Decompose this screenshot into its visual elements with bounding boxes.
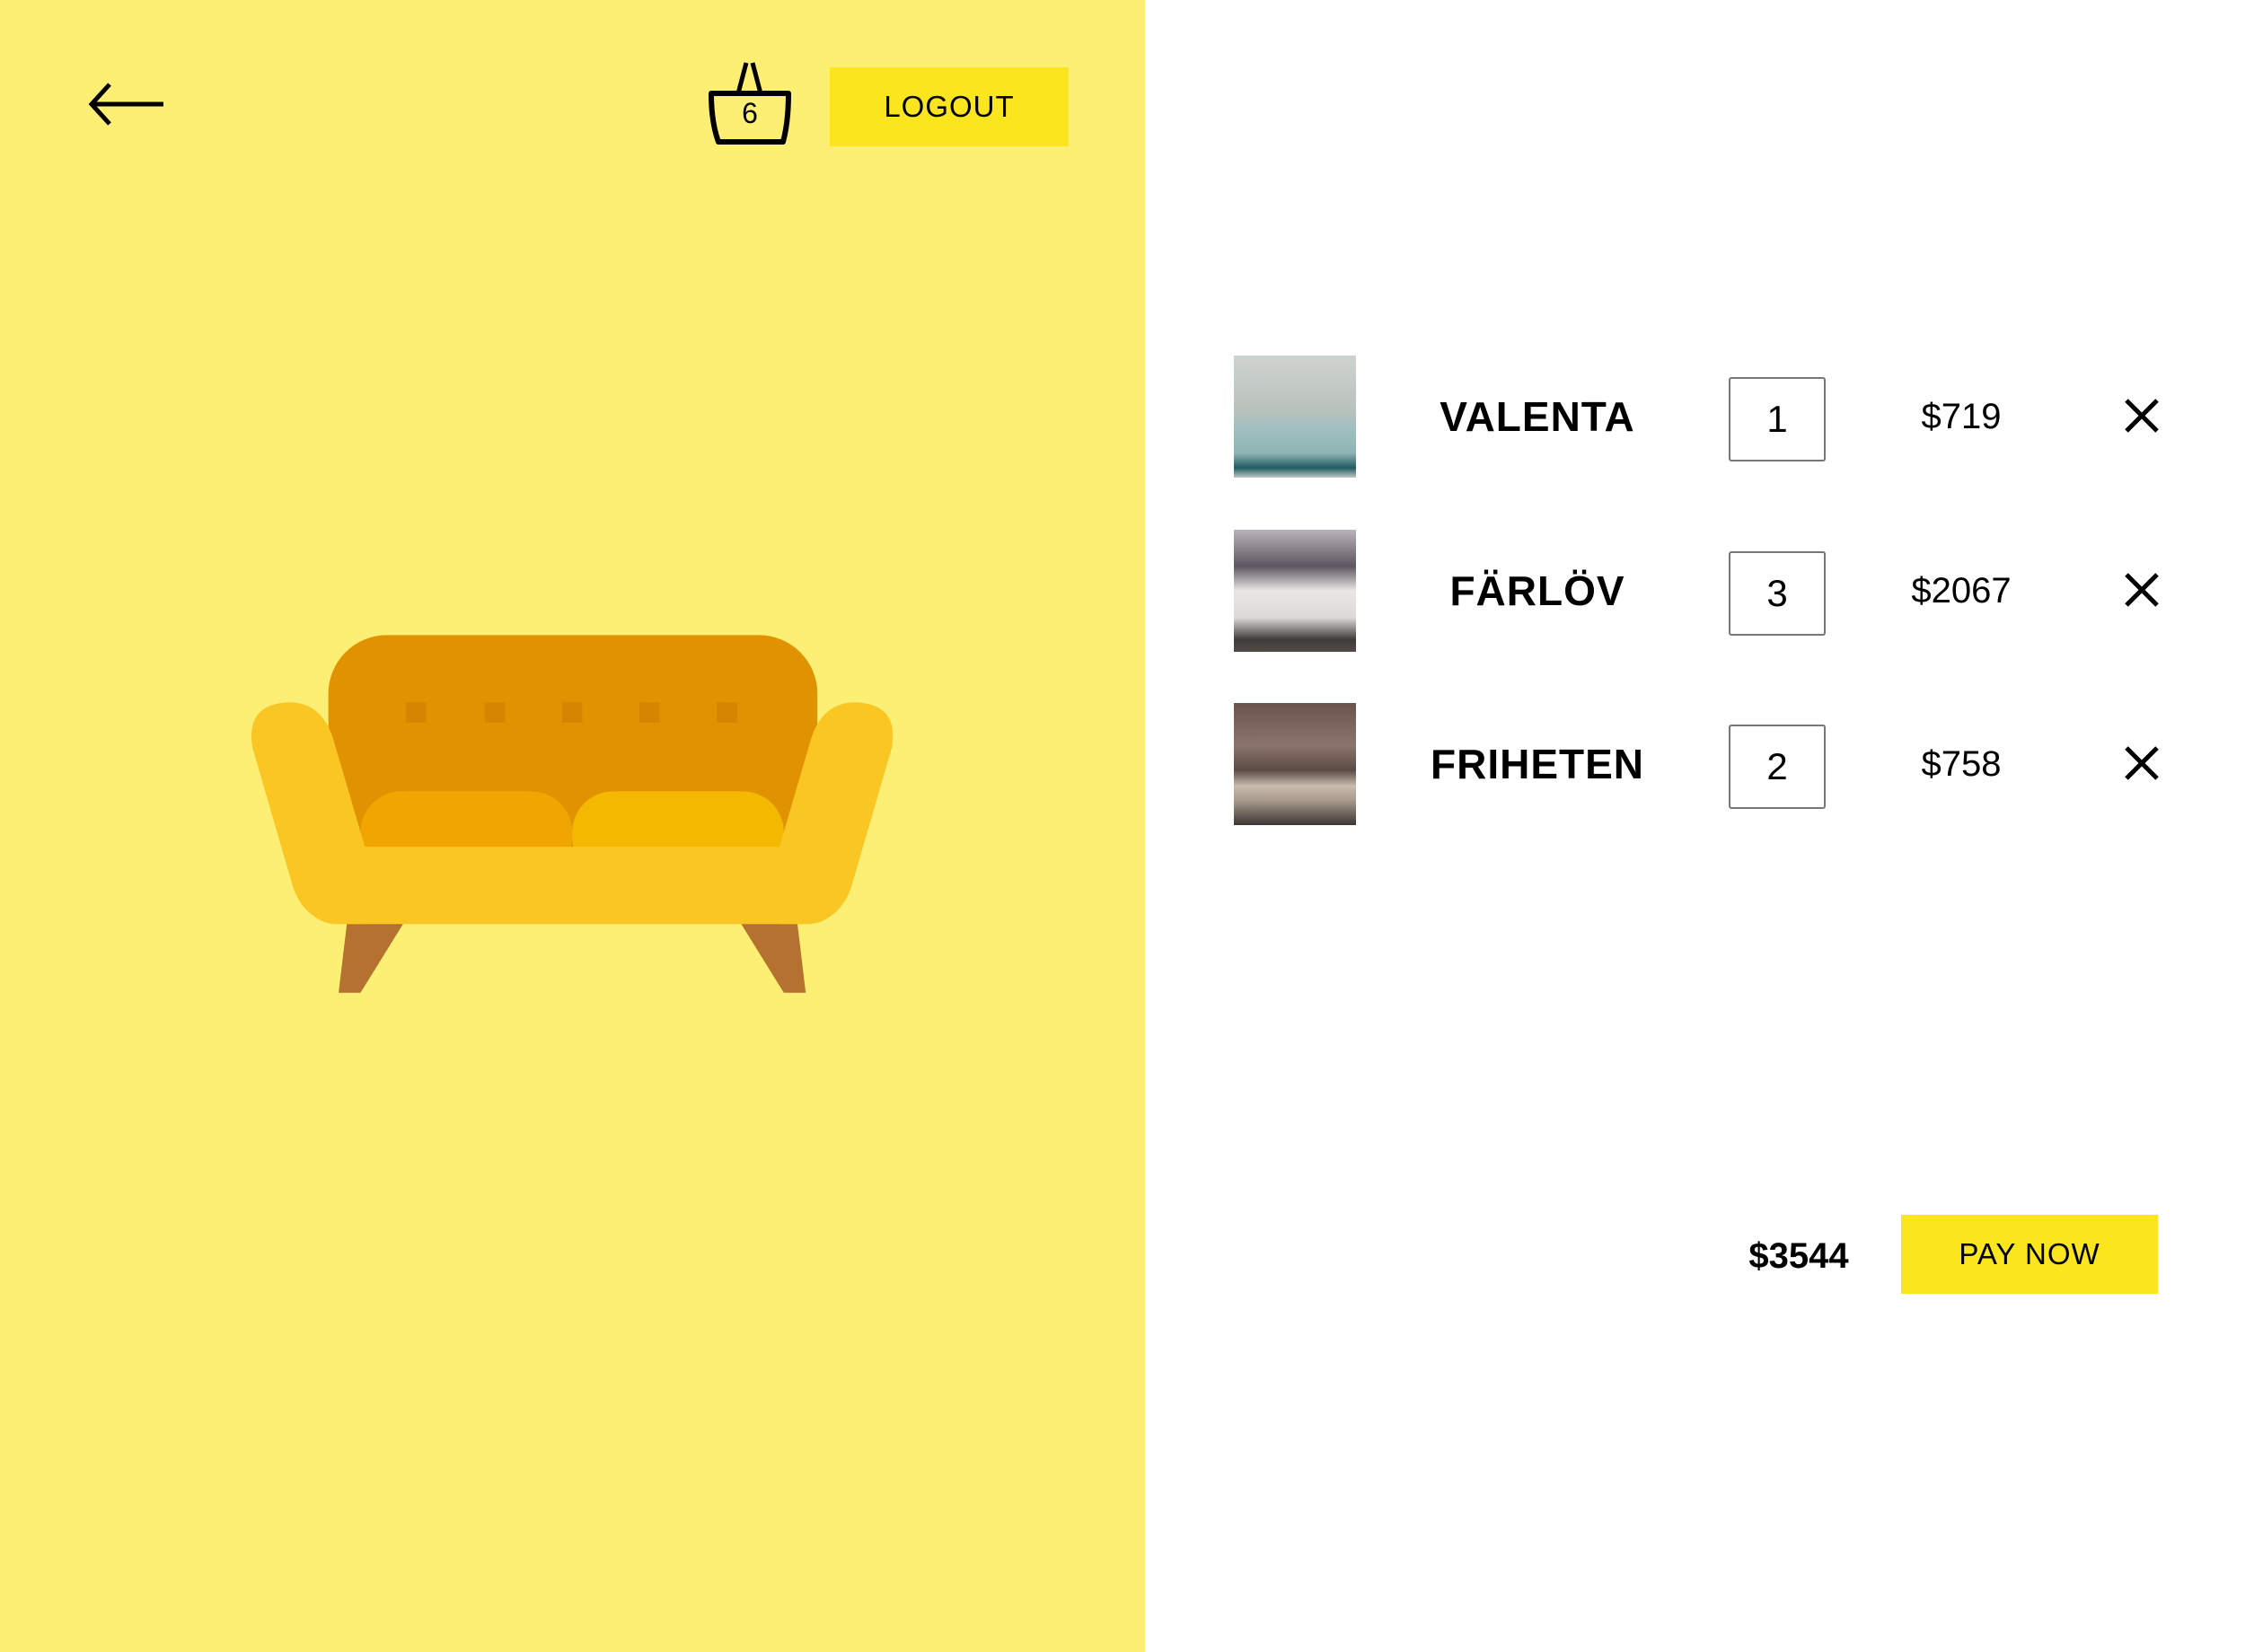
cart-total: $3544 <box>1748 1236 1849 1276</box>
hero-panel: 6 LOGOUT <box>0 0 1145 1652</box>
quantity-input[interactable] <box>1729 551 1826 636</box>
logout-button[interactable]: LOGOUT <box>830 67 1069 146</box>
sofa-seat <box>299 847 846 925</box>
quantity-input[interactable] <box>1729 377 1826 461</box>
sofa-leg-right <box>738 919 806 993</box>
product-thumbnail <box>1234 356 1356 478</box>
product-name: FRIHETEN <box>1431 741 1644 787</box>
product-name: FÄRLÖV <box>1449 567 1625 614</box>
sofa-illustration <box>251 635 894 993</box>
pay-now-button[interactable]: PAY NOW <box>1901 1215 2158 1294</box>
product-price: $2067 <box>1911 571 2012 611</box>
back-button[interactable] <box>86 79 167 129</box>
product-thumbnail <box>1234 530 1356 652</box>
product-price: $719 <box>1921 397 2002 436</box>
cart-item: FRIHETEN $758 <box>1234 703 2168 825</box>
product-name: VALENTA <box>1440 393 1635 440</box>
sofa-leg-left <box>339 919 406 993</box>
close-icon[interactable] <box>2121 395 2162 436</box>
close-icon[interactable] <box>2121 743 2162 784</box>
cart-item: FÄRLÖV $2067 <box>1234 530 2168 652</box>
product-price: $758 <box>1921 744 2002 784</box>
cart-item: VALENTA $719 <box>1234 356 2168 478</box>
arrow-left-icon <box>88 83 163 126</box>
cart-basket-button[interactable]: 6 <box>706 59 794 145</box>
product-thumbnail <box>1234 703 1356 825</box>
basket-count: 6 <box>742 97 758 129</box>
quantity-input[interactable] <box>1729 725 1826 809</box>
close-icon[interactable] <box>2121 569 2162 611</box>
